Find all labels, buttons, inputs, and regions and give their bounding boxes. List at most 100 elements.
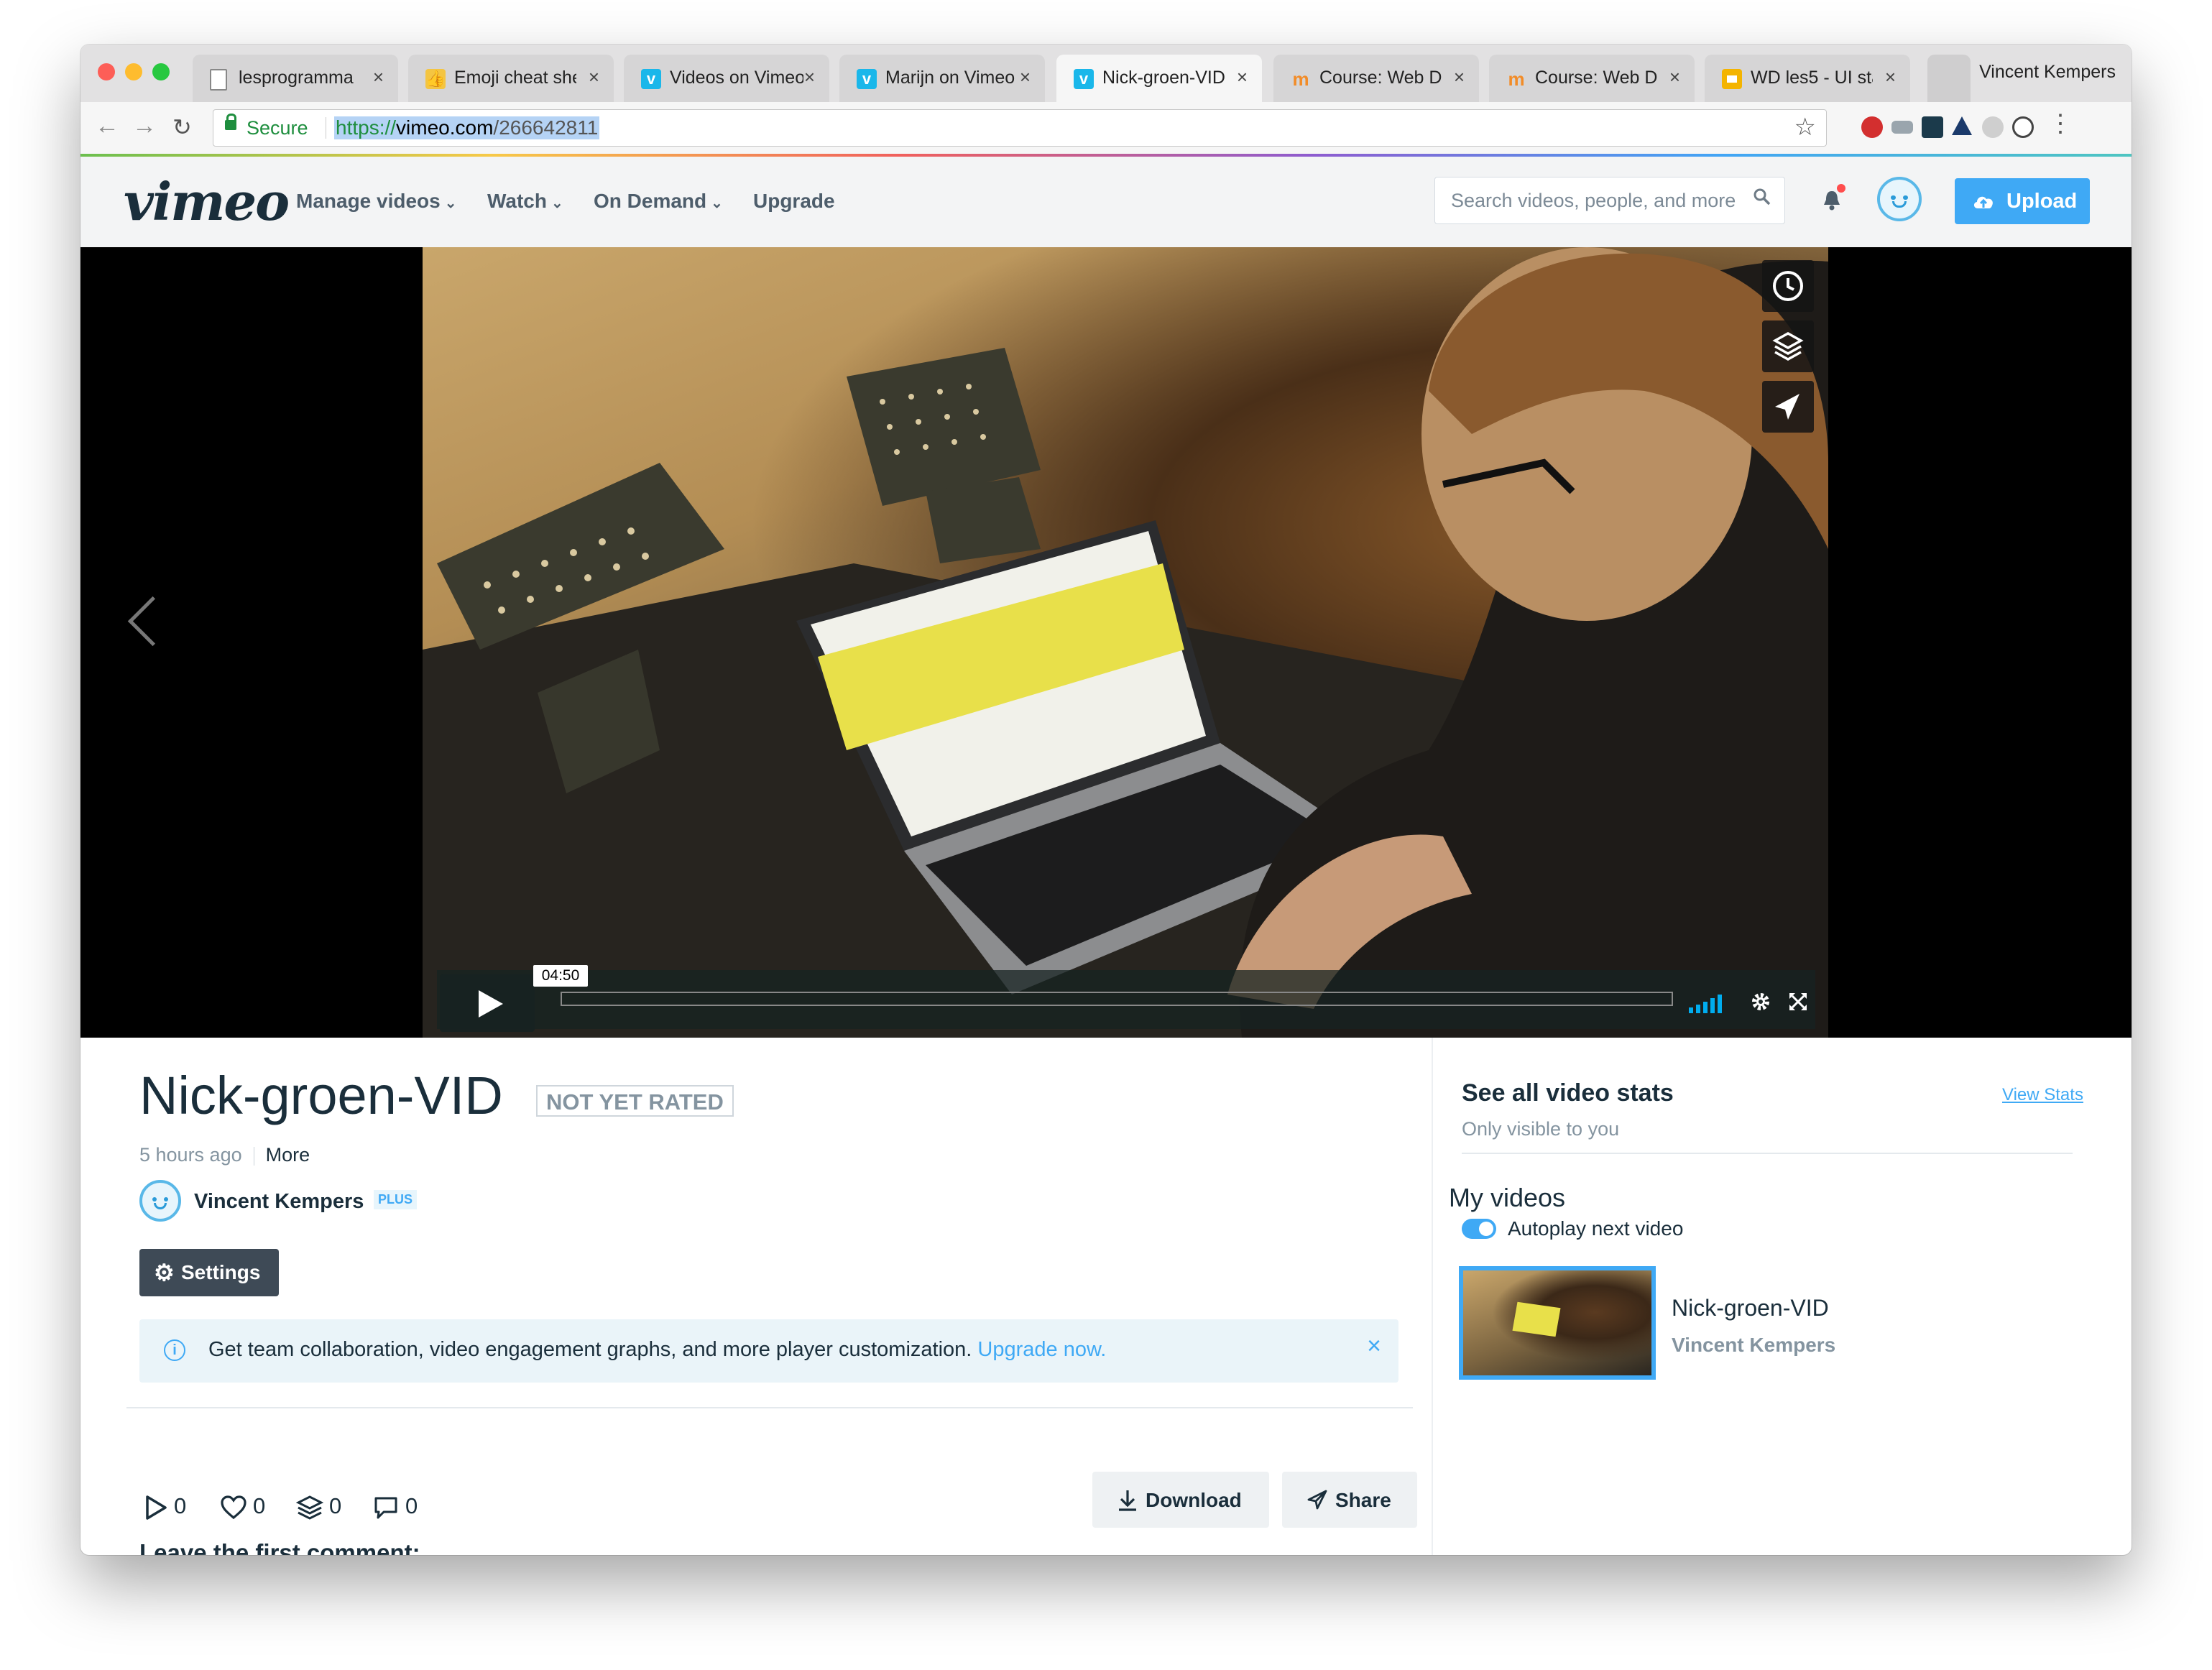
nav-on-demand[interactable]: On Demand ⌄	[594, 190, 723, 213]
divider	[1462, 1153, 2073, 1154]
video-frame[interactable]	[423, 247, 1828, 1038]
chevron-down-icon: ⌄	[550, 195, 563, 211]
video-still-image	[423, 247, 1828, 1038]
share-button-overlay[interactable]	[1762, 381, 1814, 433]
moodle-icon: m	[1508, 68, 1525, 90]
owner-name[interactable]: Vincent Kempers	[194, 1190, 364, 1214]
fullscreen-icon[interactable]	[1788, 992, 1808, 1015]
upload-label: Upload	[2006, 190, 2078, 213]
paper-plane-icon	[1307, 1490, 1327, 1510]
cloud-upload-icon	[1973, 196, 1993, 208]
close-tab-icon[interactable]: ×	[373, 66, 384, 88]
progress-bar[interactable]	[561, 992, 1673, 1006]
play-outline-icon	[146, 1495, 167, 1520]
more-link[interactable]: More	[266, 1144, 310, 1166]
close-tab-icon[interactable]: ×	[804, 66, 815, 88]
upgrade-now-link[interactable]: Upgrade now.	[977, 1338, 1106, 1361]
video-thumbnail[interactable]	[1459, 1266, 1656, 1380]
close-tab-icon[interactable]: ×	[1885, 66, 1896, 88]
tab-title: WD les5 - UI sta	[1751, 68, 1873, 88]
tab-videos-on-vimeo[interactable]: v Videos on Vimeo ×	[624, 55, 829, 102]
tab-course-web-design-2[interactable]: m Course: Web Des ×	[1489, 55, 1695, 102]
site-header: vimeo Manage videos ⌄ Watch ⌄ On Demand ⌄ U…	[80, 157, 2132, 248]
close-tab-icon[interactable]: ×	[1669, 66, 1680, 88]
search-icon[interactable]	[1753, 188, 1771, 212]
nav-upgrade[interactable]: Upgrade	[753, 190, 835, 213]
collections-count[interactable]: 0	[295, 1493, 341, 1521]
gear-icon: ⚙	[154, 1260, 175, 1286]
tab-title: Videos on Vimeo	[670, 68, 803, 88]
owner-avatar[interactable]	[139, 1180, 181, 1222]
chevron-down-icon: ⌄	[444, 195, 457, 211]
video-player[interactable]: 04:50	[80, 247, 2132, 1038]
plus-badge: PLUS	[374, 1190, 418, 1209]
close-tab-icon[interactable]: ×	[1237, 66, 1248, 88]
vimeo-logo[interactable]: vimeo	[124, 171, 290, 232]
address-bar[interactable]: Secure https://vimeo.com/266642811 ☆	[213, 109, 1827, 147]
more-menu-icon[interactable]: ⋮	[2048, 109, 2073, 138]
moodle-icon: m	[1292, 68, 1309, 90]
lock-icon	[225, 114, 236, 130]
tab-marijn-on-vimeo[interactable]: v Marijn on Vimeo ×	[839, 55, 1045, 102]
download-label: Download	[1146, 1489, 1242, 1511]
video-title: Nick-groen-VID	[139, 1066, 503, 1125]
altair-extension-icon[interactable]	[1952, 116, 1972, 135]
new-tab-button[interactable]	[1927, 55, 1971, 102]
nav-manage-videos[interactable]: Manage videos ⌄	[296, 190, 457, 213]
settings-button[interactable]: ⚙ Settings	[139, 1249, 279, 1296]
previous-video-chevron-icon[interactable]	[127, 596, 178, 647]
bookmark-star-icon[interactable]: ☆	[1794, 113, 1816, 142]
minimize-window-button[interactable]	[125, 63, 142, 80]
likes-count[interactable]: 0	[220, 1493, 265, 1520]
search-input[interactable]: Search videos, people, and more	[1434, 177, 1785, 224]
close-tab-icon[interactable]: ×	[1020, 66, 1031, 88]
watch-later-button[interactable]	[1762, 260, 1814, 312]
profile-name[interactable]: Vincent Kempers	[1979, 62, 2116, 83]
download-button[interactable]: Download	[1092, 1472, 1269, 1528]
maximize-window-button[interactable]	[152, 63, 170, 80]
tab-title: Course: Web Des	[1535, 68, 1657, 88]
reload-icon[interactable]: ↻	[172, 114, 192, 141]
comments-count[interactable]: 0	[372, 1493, 418, 1521]
settings-label: Settings	[181, 1261, 261, 1283]
url-text[interactable]: https://vimeo.com/266642811	[334, 116, 600, 139]
back-arrow-icon[interactable]: ←	[95, 112, 119, 140]
forward-arrow-icon[interactable]: →	[132, 112, 157, 140]
plays-value: 0	[174, 1493, 187, 1518]
close-window-button[interactable]	[98, 63, 115, 80]
heart-icon	[221, 1495, 246, 1519]
info-extension-icon[interactable]	[2012, 116, 2034, 138]
glasses-extension-icon[interactable]	[1891, 121, 1913, 134]
notifications-bell-icon[interactable]	[1822, 184, 1845, 211]
tab-lesprogramma[interactable]: lesprogramma ×	[193, 55, 398, 102]
document-icon	[210, 69, 227, 91]
nav-watch[interactable]: Watch ⌄	[487, 190, 563, 213]
close-tab-icon[interactable]: ×	[1454, 66, 1465, 88]
share-button[interactable]: Share	[1282, 1472, 1417, 1528]
tab-nick-groen-vid[interactable]: v Nick-groen-VID ×	[1056, 55, 1262, 102]
play-button[interactable]	[440, 974, 535, 1032]
view-stats-link[interactable]: View Stats	[2002, 1085, 2083, 1105]
react-extension-icon[interactable]	[1922, 116, 1943, 138]
notice-text: Get team collaboration, video engagement…	[208, 1338, 972, 1361]
autoplay-toggle[interactable]	[1462, 1219, 1496, 1239]
user-avatar[interactable]	[1877, 177, 1922, 221]
opera-extension-icon[interactable]	[1861, 116, 1883, 138]
volume-icon[interactable]	[1689, 992, 1722, 1013]
collections-button[interactable]	[1762, 320, 1814, 372]
settings-gear-icon[interactable]	[1749, 990, 1772, 1017]
my-videos-heading: My videos	[1449, 1183, 1566, 1212]
upload-button[interactable]: Upload	[1955, 178, 2090, 224]
related-video-owner[interactable]: Vincent Kempers	[1672, 1334, 1835, 1357]
close-icon[interactable]: ×	[1367, 1332, 1381, 1360]
tab-wd-les5[interactable]: WD les5 - UI sta ×	[1705, 55, 1910, 102]
tab-course-web-design-1[interactable]: m Course: Web Des ×	[1273, 55, 1479, 102]
b-extension-icon[interactable]	[1982, 116, 2004, 138]
secure-label: Secure	[246, 117, 308, 139]
layers-icon	[295, 1495, 324, 1520]
close-tab-icon[interactable]: ×	[589, 66, 599, 88]
related-video-title[interactable]: Nick-groen-VID	[1672, 1295, 1829, 1321]
tab-emoji-cheat-sheet[interactable]: 👍 Emoji cheat shee ×	[408, 55, 614, 102]
search-placeholder: Search videos, people, and more	[1451, 190, 1736, 211]
notification-dot	[1837, 184, 1845, 193]
